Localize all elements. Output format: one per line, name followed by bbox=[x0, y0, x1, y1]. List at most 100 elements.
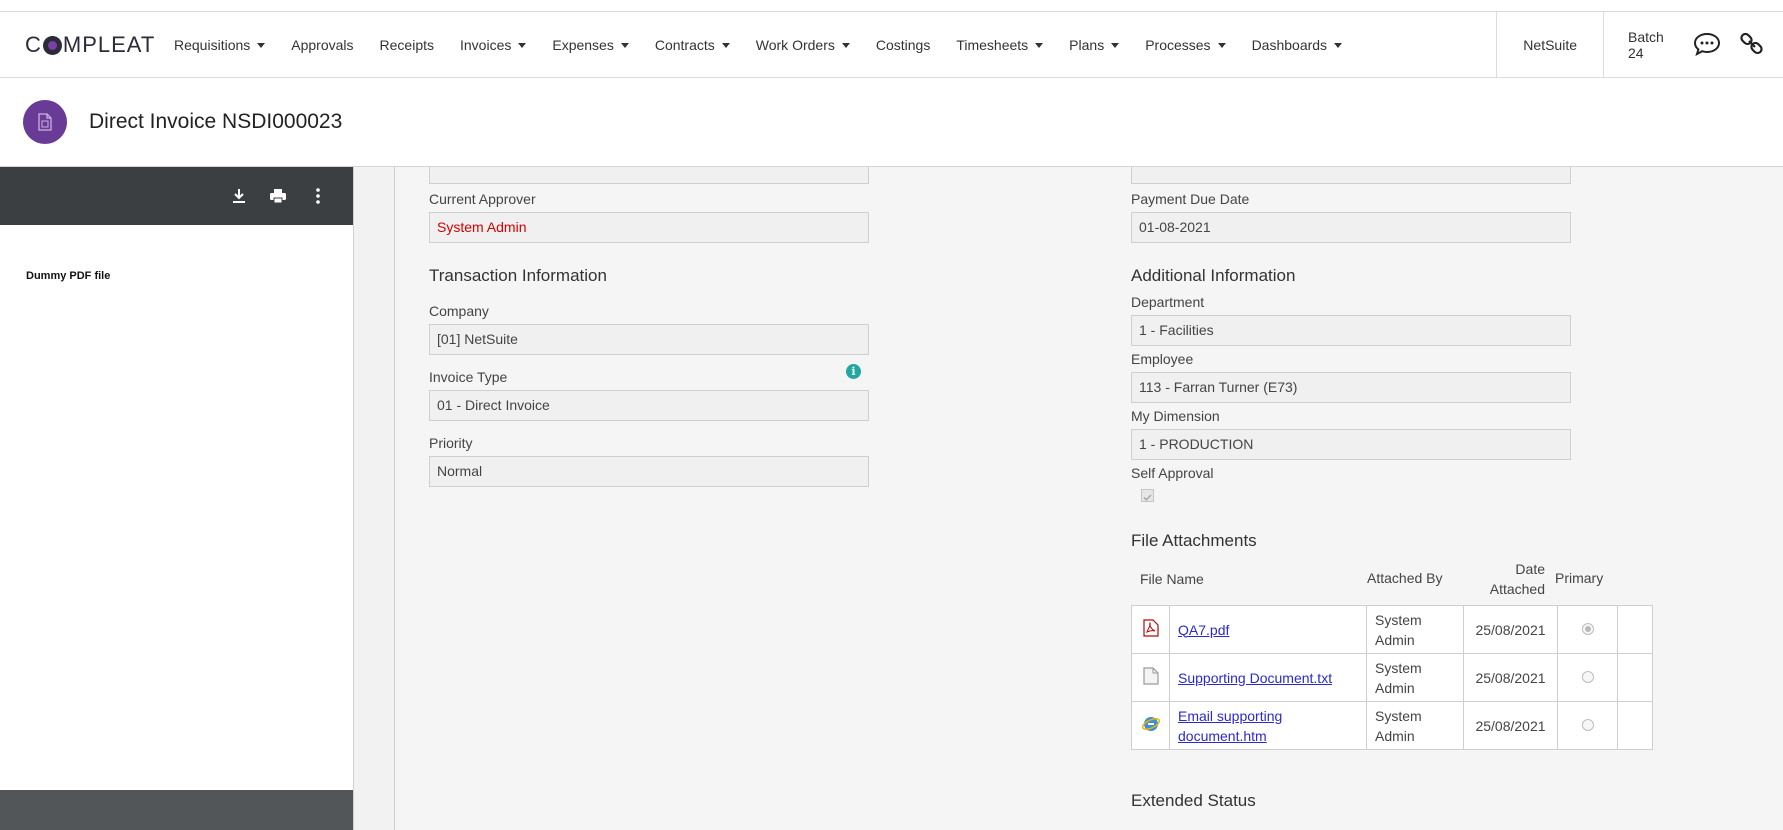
caret-down-icon bbox=[620, 42, 629, 48]
nav-expenses[interactable]: Expenses bbox=[552, 37, 629, 53]
attached-by-line: Admin bbox=[1375, 631, 1415, 648]
column-date-attached[interactable]: Date Attached bbox=[1475, 561, 1545, 597]
link-chain-icon[interactable] bbox=[1739, 31, 1765, 60]
nav-contracts[interactable]: Contracts bbox=[655, 37, 730, 53]
primary-cell bbox=[1557, 653, 1618, 702]
file-link[interactable]: Supporting Document.txt bbox=[1178, 670, 1332, 686]
my-dimension-field[interactable]: 1 - PRODUCTION bbox=[1131, 429, 1571, 460]
nav-label: Invoices bbox=[460, 37, 512, 53]
company-label: Company bbox=[429, 303, 489, 319]
employee-label: Employee bbox=[1131, 351, 1194, 367]
info-icon[interactable]: i bbox=[846, 364, 861, 379]
cut-off-field-left[interactable] bbox=[429, 167, 869, 184]
payment-due-date-field[interactable]: 01-08-2021 bbox=[1131, 212, 1571, 243]
table-row: Supporting Document.txt System Admin 25/0… bbox=[1131, 653, 1653, 702]
priority-label: Priority bbox=[429, 435, 473, 451]
system-label: NetSuite bbox=[1523, 37, 1577, 53]
file-link[interactable]: Email supporting document.htm bbox=[1178, 708, 1282, 744]
caret-down-icon bbox=[721, 42, 730, 48]
nav-approvals[interactable]: Approvals bbox=[291, 37, 353, 53]
right-nav: NetSuite Batch 24 bbox=[1496, 12, 1783, 78]
caret-down-icon bbox=[518, 42, 527, 48]
nav-label: Contracts bbox=[654, 37, 715, 53]
main-menu: Requisitions Approvals Receipts Invoices… bbox=[174, 12, 1368, 78]
primary-radio[interactable] bbox=[1581, 670, 1594, 683]
nav-dashboards[interactable]: Dashboards bbox=[1252, 37, 1343, 53]
chat-bubble-icon[interactable] bbox=[1693, 32, 1721, 59]
nav-plans[interactable]: Plans bbox=[1069, 37, 1120, 53]
attachments-table: QA7.pdf System Admin 25/08/2021 Supportin… bbox=[1131, 605, 1653, 750]
pdf-page-text: Dummy PDF file bbox=[26, 270, 111, 282]
nav-label: Expenses bbox=[552, 37, 614, 53]
date-cell: 25/08/2021 bbox=[1463, 653, 1558, 702]
attached-by-line: System bbox=[1375, 659, 1422, 676]
more-options-icon[interactable] bbox=[308, 186, 328, 206]
nav-label: Dashboards bbox=[1251, 37, 1328, 53]
attached-by-line: Admin bbox=[1375, 679, 1415, 696]
nav-receipts[interactable]: Receipts bbox=[380, 37, 434, 53]
nav-label: Receipts bbox=[379, 37, 434, 53]
column-date-line2: Attached bbox=[1489, 581, 1545, 597]
attached-by-cell: System Admin bbox=[1366, 605, 1464, 654]
file-link-line: document.htm bbox=[1178, 727, 1267, 744]
html-file-icon bbox=[1141, 717, 1161, 737]
table-row: Email supporting document.htm System Admin… bbox=[1131, 701, 1653, 750]
self-approval-checkbox[interactable] bbox=[1141, 489, 1154, 502]
department-label: Department bbox=[1131, 294, 1205, 310]
nav-invoices[interactable]: Invoices bbox=[460, 37, 527, 53]
compleat-logo[interactable]: C MPLEAT bbox=[25, 32, 155, 58]
column-file-name[interactable]: File Name bbox=[1140, 571, 1204, 587]
date-cell: 25/08/2021 bbox=[1463, 701, 1558, 750]
nav-requisitions[interactable]: Requisitions bbox=[174, 37, 266, 53]
batch-area: Batch 24 bbox=[1603, 12, 1783, 78]
cut-off-field-right[interactable] bbox=[1131, 167, 1571, 184]
nav-costings[interactable]: Costings bbox=[876, 37, 930, 53]
page-title: Direct Invoice NSDI000023 bbox=[89, 110, 343, 133]
extra-cell bbox=[1617, 605, 1653, 654]
extra-cell bbox=[1617, 653, 1653, 702]
priority-field[interactable]: Normal bbox=[429, 456, 869, 487]
download-icon[interactable] bbox=[229, 186, 249, 206]
invoice-form: Current Approver System Admin Payment Du… bbox=[395, 167, 1783, 830]
primary-radio[interactable] bbox=[1581, 718, 1594, 731]
employee-field[interactable]: 113 - Farran Turner (E73) bbox=[1131, 372, 1571, 403]
current-approver-field[interactable]: System Admin bbox=[429, 212, 869, 243]
file-attachments-title: File Attachments bbox=[1131, 531, 1257, 550]
file-name-cell: Email supporting document.htm bbox=[1169, 701, 1367, 750]
batch-label[interactable]: Batch 24 bbox=[1628, 29, 1671, 61]
company-field[interactable]: [01] NetSuite bbox=[429, 324, 869, 355]
top-strip bbox=[0, 0, 1783, 12]
nav-label: Requisitions bbox=[174, 37, 251, 53]
attached-by-cell: System Admin bbox=[1366, 701, 1464, 750]
print-icon[interactable] bbox=[268, 186, 288, 206]
pdf-viewer: Dummy PDF file bbox=[0, 167, 353, 830]
caret-down-icon bbox=[1334, 42, 1343, 48]
column-primary[interactable]: Primary bbox=[1555, 570, 1603, 586]
transaction-information-title: Transaction Information bbox=[429, 266, 607, 285]
self-approval-label: Self Approval bbox=[1131, 465, 1214, 481]
primary-radio[interactable] bbox=[1581, 622, 1594, 635]
pdf-file-icon bbox=[1142, 619, 1159, 640]
file-name-cell: QA7.pdf bbox=[1169, 605, 1367, 654]
column-attached-by[interactable]: Attached By bbox=[1367, 570, 1443, 586]
nav-label: Work Orders bbox=[755, 37, 835, 53]
invoice-type-field[interactable]: 01 - Direct Invoice bbox=[429, 390, 869, 421]
pane-splitter[interactable] bbox=[353, 167, 395, 830]
nav-work-orders[interactable]: Work Orders bbox=[756, 37, 850, 53]
text-file-icon bbox=[1142, 667, 1159, 688]
additional-information-title: Additional Information bbox=[1131, 266, 1296, 285]
nav-timesheets[interactable]: Timesheets bbox=[956, 37, 1044, 53]
extended-status-title: Extended Status bbox=[1131, 791, 1256, 810]
nav-label: Timesheets bbox=[956, 37, 1029, 53]
primary-cell bbox=[1557, 701, 1618, 750]
file-link[interactable]: QA7.pdf bbox=[1178, 622, 1229, 638]
primary-cell bbox=[1557, 605, 1618, 654]
column-date-line1: Date bbox=[1515, 561, 1545, 577]
file-link-line: Email supporting bbox=[1178, 707, 1283, 724]
invoice-document-icon bbox=[23, 100, 67, 144]
system-selector[interactable]: NetSuite bbox=[1496, 12, 1603, 78]
department-field[interactable]: 1 - Facilities bbox=[1131, 315, 1571, 346]
logo-o-mark bbox=[42, 35, 62, 55]
caret-down-icon bbox=[1111, 42, 1120, 48]
nav-processes[interactable]: Processes bbox=[1145, 37, 1226, 53]
